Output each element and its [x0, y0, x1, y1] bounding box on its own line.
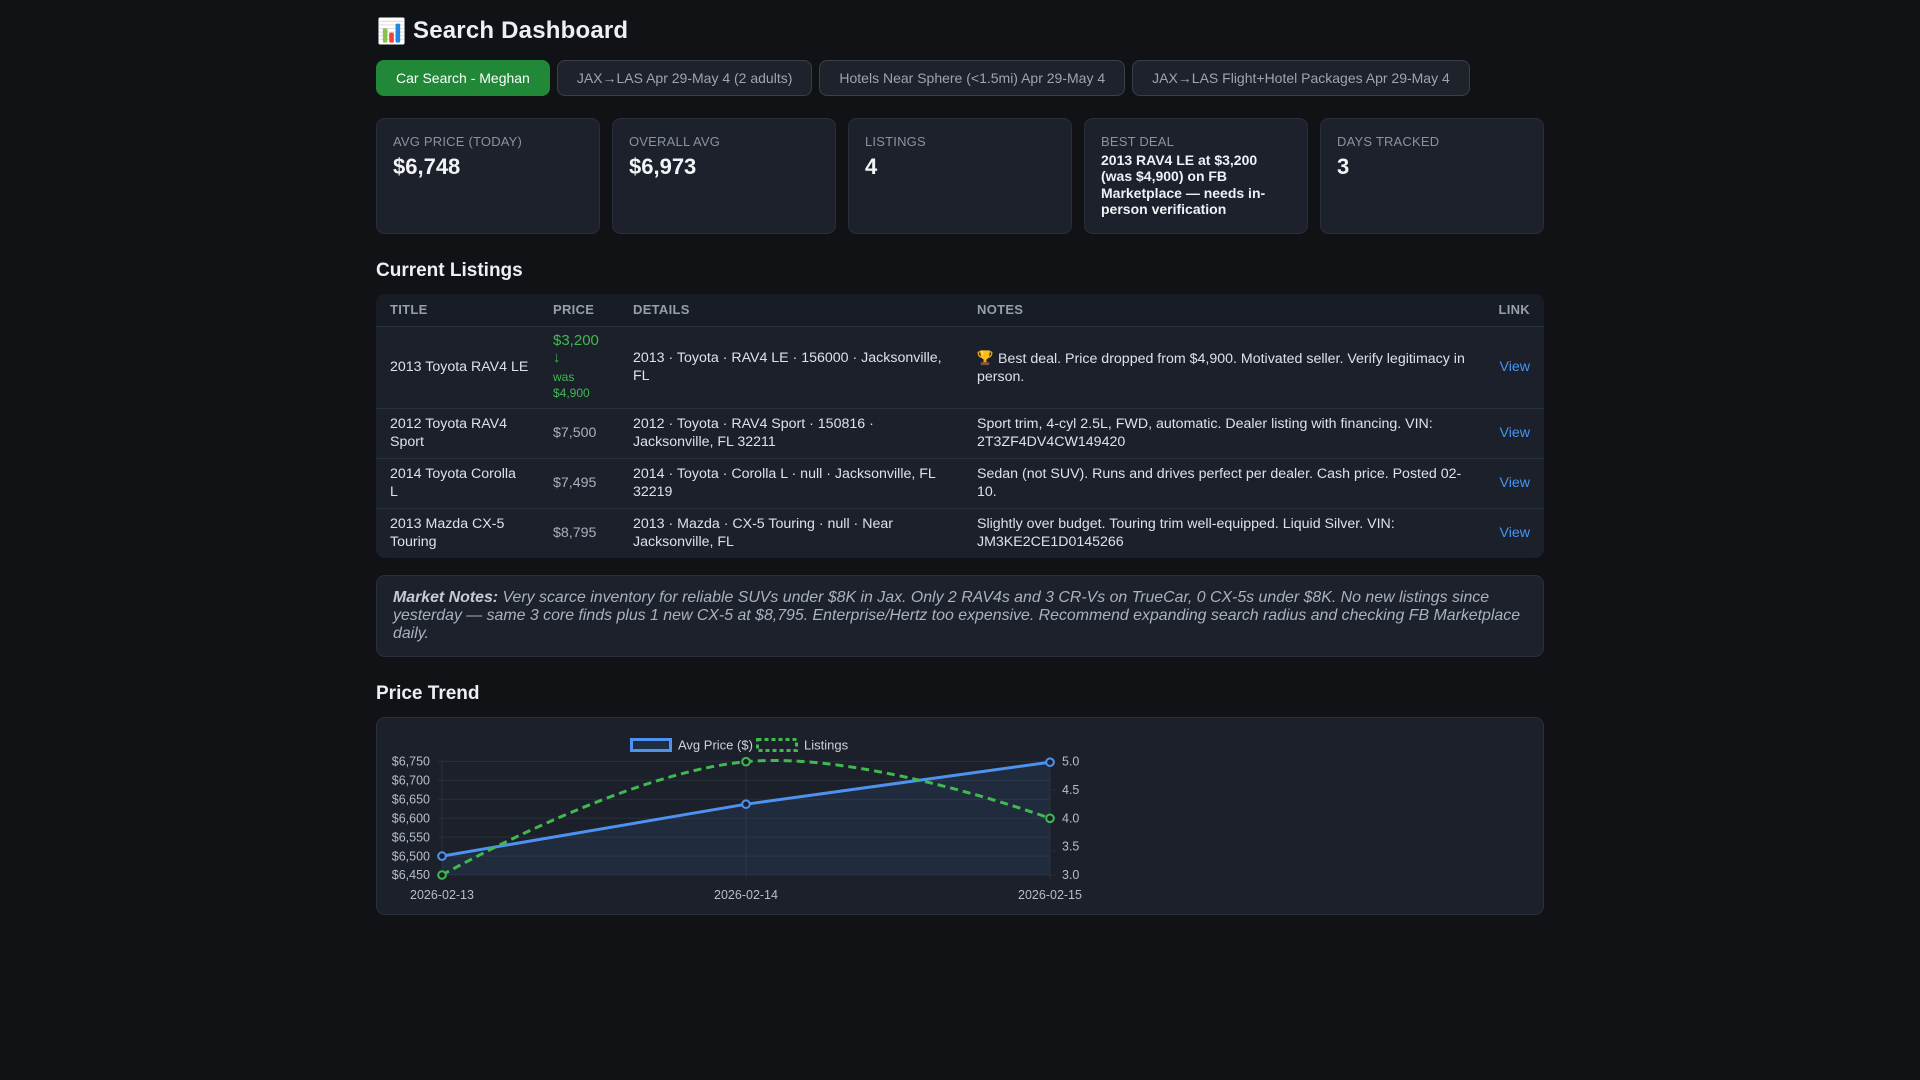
svg-text:$6,550: $6,550 [392, 830, 430, 844]
svg-text:4.5: 4.5 [1062, 783, 1079, 797]
svg-text:3.5: 3.5 [1062, 839, 1079, 853]
svg-text:2026-02-15: 2026-02-15 [1018, 888, 1082, 902]
svg-text:2026-02-14: 2026-02-14 [714, 888, 778, 902]
svg-text:$6,650: $6,650 [392, 792, 430, 806]
svg-text:Avg Price ($): Avg Price ($) [678, 737, 753, 752]
svg-text:4.0: 4.0 [1062, 811, 1079, 825]
svg-text:2026-02-13: 2026-02-13 [410, 888, 474, 902]
svg-text:3.0: 3.0 [1062, 868, 1079, 882]
svg-text:$6,500: $6,500 [392, 849, 430, 863]
svg-text:Listings: Listings [804, 737, 849, 752]
svg-text:$6,700: $6,700 [392, 773, 430, 787]
svg-text:$6,600: $6,600 [392, 811, 430, 825]
svg-text:$6,750: $6,750 [392, 754, 430, 768]
svg-text:$6,450: $6,450 [392, 868, 430, 882]
svg-text:5.0: 5.0 [1062, 754, 1079, 768]
